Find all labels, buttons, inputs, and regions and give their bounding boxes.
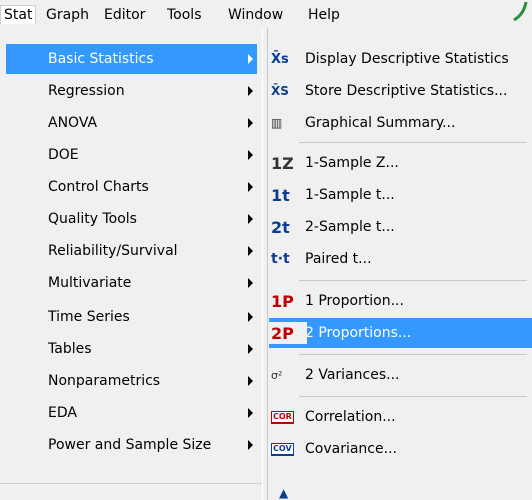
menu-divider (0, 483, 262, 484)
submenu-arrow-icon (248, 408, 253, 418)
menu-item-label: Correlation... (305, 409, 396, 425)
submenu-arrow-icon (248, 312, 253, 322)
menu-item-label: EDA (48, 405, 77, 421)
menu-item-label: Regression (48, 83, 125, 99)
menu-item-2-proportions[interactable]: 2P 2 Proportions... (269, 318, 532, 348)
store-stats-icon: X̄S (271, 84, 289, 98)
stat-menu-regression[interactable]: Regression (6, 76, 257, 106)
menu-item-label: Store Descriptive Statistics... (305, 83, 508, 99)
one-sample-z-icon: 1Z (271, 153, 294, 173)
menu-item-1-proportion[interactable]: 1P 1 Proportion... (269, 286, 532, 316)
menu-item-label: Reliability/Survival (48, 243, 178, 259)
stat-menu-control-charts[interactable]: Control Charts (6, 172, 257, 202)
basic-statistics-menu: X̄s Display Descriptive Statistics X̄S S… (262, 28, 532, 500)
menu-item-1-sample-z[interactable]: 1Z 1-Sample Z... (269, 148, 532, 178)
covariance-icon: COV (271, 437, 305, 461)
partially-visible-icon: ▲ (279, 486, 289, 500)
menu-item-store-descriptive-statistics[interactable]: X̄S Store Descriptive Statistics... (269, 76, 532, 106)
submenu-arrow-icon (248, 54, 253, 64)
menu-item-label: 2 Variances... (305, 367, 400, 383)
graphical-summary-icon: ▥ (271, 116, 283, 130)
menu-item-2-variances[interactable]: σ² 2 Variances... (269, 360, 532, 390)
stat-menu-basic-statistics[interactable]: Basic Statistics (6, 44, 257, 74)
menu-item-label: Control Charts (48, 179, 149, 195)
icon-gutter-divider (267, 28, 268, 500)
two-variances-icon: σ² (271, 368, 283, 382)
submenu-arrow-icon (248, 376, 253, 386)
stat-menu-reliability-survival[interactable]: Reliability/Survival (6, 236, 257, 266)
menu-item-label: Time Series (48, 309, 130, 325)
menu-item-label: 1 Proportion... (305, 293, 404, 309)
menu-item-correlation[interactable]: COR Correlation... (269, 402, 532, 432)
menu-item-label: Quality Tools (48, 211, 137, 227)
stat-menu-quality-tools[interactable]: Quality Tools (6, 204, 257, 234)
stat-menu-nonparametrics[interactable]: Nonparametrics (6, 366, 257, 396)
menu-item-label: 1-Sample t... (305, 187, 395, 203)
menu-tools[interactable]: Tools (167, 6, 202, 24)
stat-menu-eda[interactable]: EDA (6, 398, 257, 428)
submenu-arrow-icon (248, 246, 253, 256)
stat-menu-power-sample-size[interactable]: Power and Sample Size (6, 430, 257, 460)
stat-menu-doe[interactable]: DOE (6, 140, 257, 170)
menu-item-1-sample-t[interactable]: 1t 1-Sample t... (269, 180, 532, 210)
menu-item-label: 1-Sample Z... (305, 155, 399, 171)
correlation-icon: COR (271, 405, 305, 429)
stat-menu-multivariate[interactable]: Multivariate (6, 268, 257, 298)
menu-item-label: 2 Proportions... (305, 325, 412, 341)
menu-item-label: Covariance... (305, 441, 397, 457)
menu-item-label: ANOVA (48, 115, 98, 131)
menu-item-label: Tables (48, 341, 92, 357)
menu-separator (299, 396, 527, 397)
stat-menu-anova[interactable]: ANOVA (6, 108, 257, 138)
stat-menu: Basic Statistics Regression ANOVA DOE Co… (0, 28, 263, 484)
menu-item-label: Nonparametrics (48, 373, 161, 389)
submenu-arrow-icon (248, 182, 253, 192)
menu-item-label: Paired t... (305, 251, 372, 267)
menu-separator (299, 354, 527, 355)
menu-bar: Stat Graph Editor Tools Window Help (0, 0, 532, 29)
submenu-arrow-icon (248, 344, 253, 354)
submenu-arrow-icon (248, 118, 253, 128)
menu-item-label: Power and Sample Size (48, 437, 212, 453)
two-sample-t-icon: 2t (271, 217, 290, 237)
submenu-arrow-icon (248, 86, 253, 96)
menu-window[interactable]: Window (228, 6, 283, 24)
menu-separator (299, 280, 527, 281)
submenu-arrow-icon (248, 214, 253, 224)
menu-separator (299, 142, 527, 143)
stat-menu-time-series[interactable]: Time Series (6, 302, 257, 332)
stat-menu-tables[interactable]: Tables (6, 334, 257, 364)
menu-item-2-sample-t[interactable]: 2t 2-Sample t... (269, 212, 532, 242)
submenu-arrow-icon (248, 150, 253, 160)
submenu-arrow-icon (248, 278, 253, 288)
one-proportion-icon: 1P (271, 291, 294, 311)
menu-item-label: DOE (48, 147, 79, 163)
menu-item-paired-t[interactable]: t·t Paired t... (269, 244, 532, 274)
menu-item-label: Basic Statistics (48, 51, 154, 67)
menu-item-label: Multivariate (48, 275, 132, 291)
menu-graph[interactable]: Graph (46, 6, 89, 24)
app-logo-icon (513, 1, 528, 22)
menu-item-label: Display Descriptive Statistics (305, 51, 509, 67)
menu-editor[interactable]: Editor (104, 6, 145, 24)
menu-item-label: 2-Sample t... (305, 219, 395, 235)
one-sample-t-icon: 1t (271, 185, 290, 205)
two-proportions-icon: 2P (269, 322, 307, 344)
menu-help[interactable]: Help (308, 6, 340, 24)
menu-stat[interactable]: Stat (0, 5, 37, 24)
menu-item-label: Graphical Summary... (305, 115, 456, 131)
menu-item-graphical-summary[interactable]: ▥ Graphical Summary... (269, 108, 532, 138)
menu-item-covariance[interactable]: COV Covariance... (269, 434, 532, 464)
submenu-arrow-icon (248, 440, 253, 450)
menu-item-display-descriptive-statistics[interactable]: X̄s Display Descriptive Statistics (269, 44, 532, 74)
paired-t-icon: t·t (271, 251, 290, 267)
descriptive-stats-icon: X̄s (271, 51, 289, 67)
